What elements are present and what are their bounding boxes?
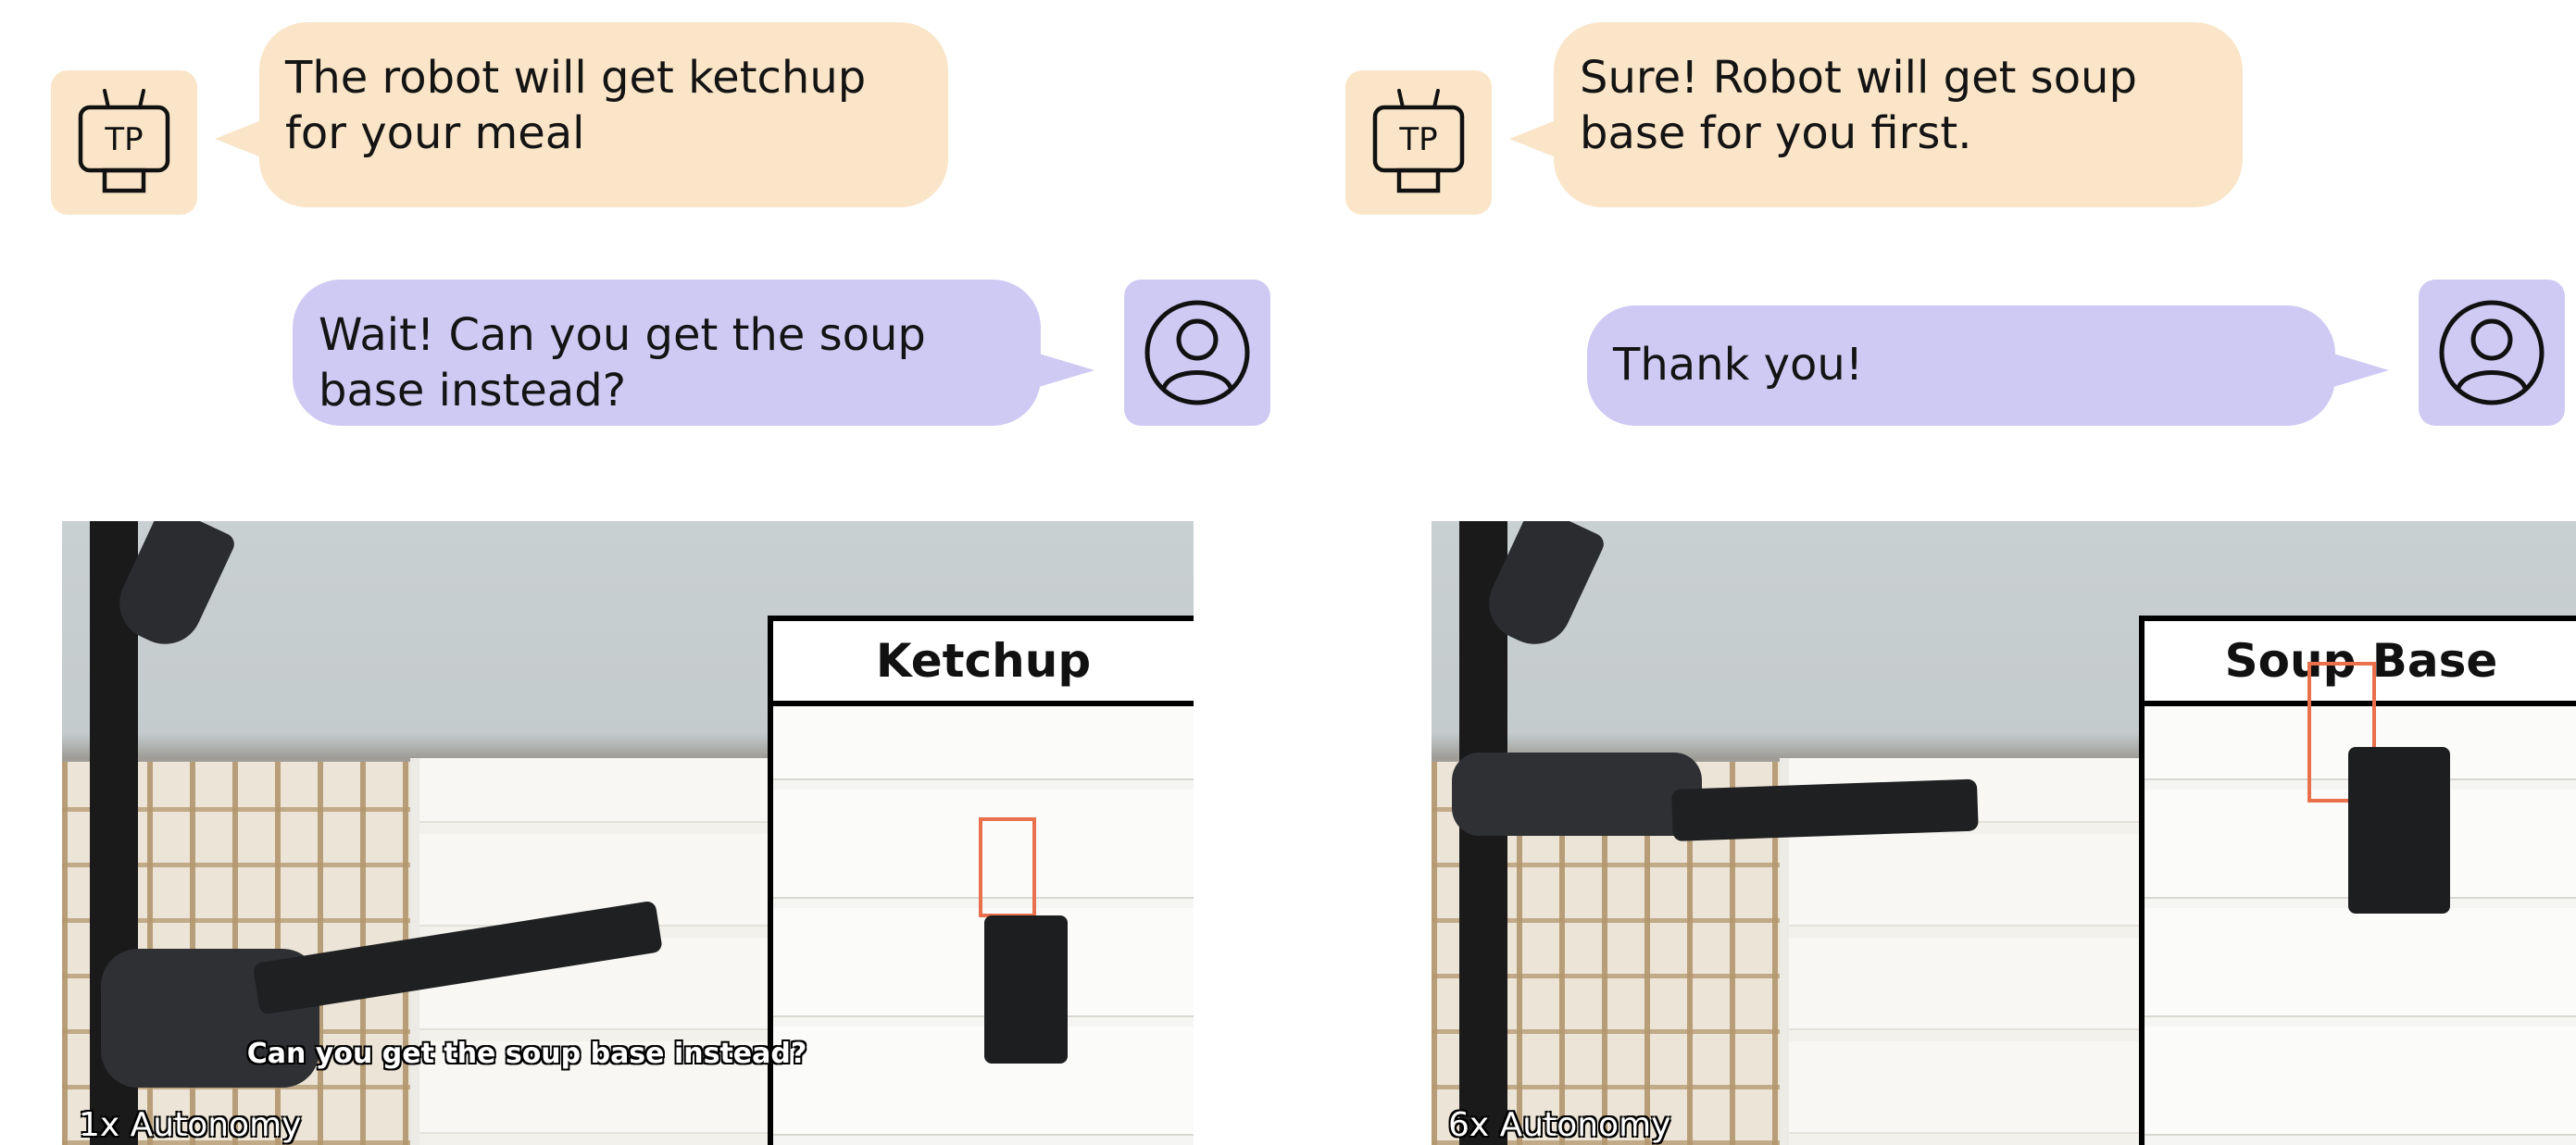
user-bubble-tail [1039, 354, 1094, 387]
user-message-bubble: Thank you! [1587, 305, 2335, 426]
autonomy-label: 1x Autonomy [79, 1106, 302, 1144]
robot-bubble-tail [1509, 120, 1556, 157]
target-highlight-box [979, 817, 1036, 917]
robot-arm [1671, 778, 1979, 841]
user-bubble-tail [2333, 354, 2389, 387]
robot-avatar-text: TP [1398, 121, 1437, 158]
left-panel: TP The robot will get ketchup for your m… [0, 0, 1288, 1145]
robot-avatar: TP [51, 70, 197, 215]
robot-avatar: TP [1345, 70, 1492, 215]
robot-bubble-tail [215, 120, 261, 157]
robot-video-frame: Ketchup Can you get the soup base instea… [62, 521, 1194, 1145]
soup-base-inset: Soup Base [2139, 616, 2576, 1145]
robot-arm-base [1452, 753, 1702, 836]
robot-message-bubble: Sure! Robot will get soup base for you f… [1554, 22, 2243, 207]
robot-gripper [2348, 747, 2450, 914]
robot-video-frame: Soup Base 6x Autonomy [1432, 521, 2576, 1145]
user-avatar-icon [2439, 300, 2545, 405]
right-panel: TP Sure! Robot will get soup base for yo… [1294, 0, 2576, 1145]
user-message-bubble: Wait! Can you get the soup base instead? [293, 280, 1041, 426]
user-avatar [2419, 280, 2565, 426]
inset-title: Ketchup [773, 621, 1194, 706]
robot-avatar-text: TP [104, 121, 143, 158]
user-avatar-icon [1144, 300, 1250, 405]
user-avatar [1124, 280, 1270, 426]
robot-message-bubble: The robot will get ketchup for your meal [259, 22, 948, 207]
video-caption: Can you get the soup base instead? [246, 1038, 807, 1070]
robot-tp-icon: TP [1372, 89, 1465, 193]
autonomy-label: 6x Autonomy [1448, 1106, 1671, 1144]
robot-tp-icon: TP [78, 89, 170, 193]
robot-gripper [984, 915, 1068, 1064]
